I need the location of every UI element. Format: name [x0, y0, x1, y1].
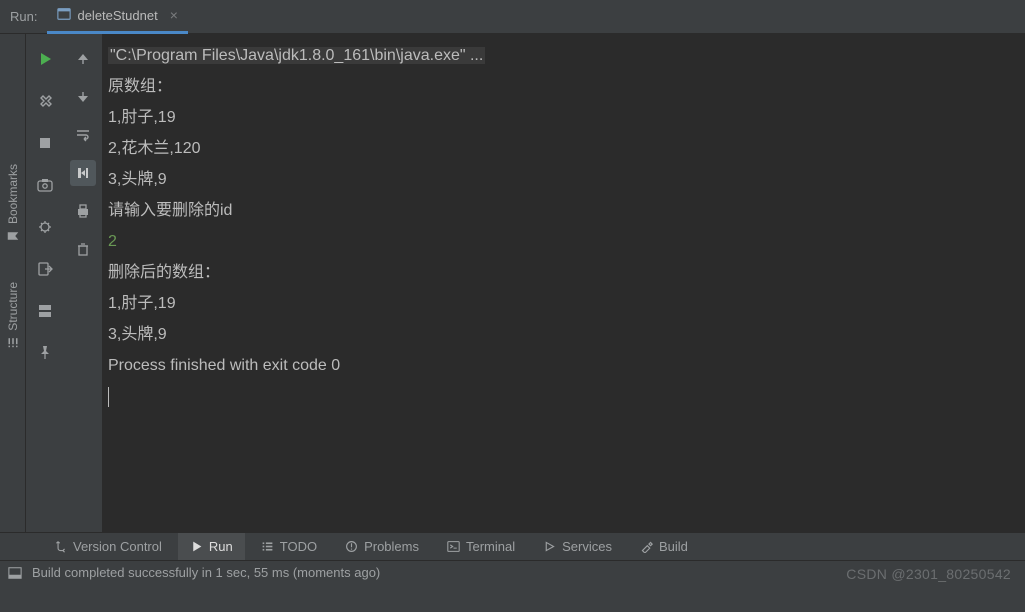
build-label: Build: [659, 539, 688, 554]
services-label: Services: [562, 539, 612, 554]
bookmarks-label: Bookmarks: [6, 164, 20, 224]
run-config-tab[interactable]: deleteStudnet ×: [47, 0, 187, 34]
output-line: 3,头牌,9: [108, 319, 1019, 350]
terminal-label: Terminal: [466, 539, 515, 554]
configure-button[interactable]: [32, 88, 58, 114]
pin-button[interactable]: [32, 340, 58, 366]
exit-button[interactable]: [32, 256, 58, 282]
output-line: 原数组：: [108, 71, 1019, 102]
run-label: Run: [209, 539, 233, 554]
output-line: 1,肘子,19: [108, 102, 1019, 133]
problems-tab[interactable]: Problems: [333, 533, 431, 561]
scroll-up-button[interactable]: [70, 46, 96, 72]
version-control-tab[interactable]: Version Control: [42, 533, 174, 561]
structure-tool[interactable]: Structure: [6, 282, 20, 349]
terminal-tab[interactable]: Terminal: [435, 533, 527, 561]
output-line: 删除后的数组：: [108, 257, 1019, 288]
clear-all-button[interactable]: [70, 236, 96, 262]
output-line: Process finished with exit code 0: [108, 350, 1019, 381]
status-message: Build completed successfully in 1 sec, 5…: [32, 565, 380, 580]
application-icon: [57, 7, 71, 24]
console-output[interactable]: "C:\Program Files\Java\jdk1.8.0_161\bin\…: [102, 34, 1025, 532]
scroll-to-end-button[interactable]: [70, 160, 96, 186]
bottom-tool-tabs: Version Control Run TODO Problems Termin…: [0, 532, 1025, 560]
build-tab[interactable]: Build: [628, 533, 700, 561]
todo-tab[interactable]: TODO: [249, 533, 329, 561]
rerun-button[interactable]: [32, 46, 58, 72]
capture-button[interactable]: [32, 172, 58, 198]
user-input-line: 2: [108, 226, 1019, 257]
problems-label: Problems: [364, 539, 419, 554]
structure-label: Structure: [6, 282, 20, 331]
text-caret: [108, 387, 109, 407]
left-tool-rail: Bookmarks Structure: [0, 34, 26, 532]
output-line: 2,花木兰,120: [108, 133, 1019, 164]
bookmarks-tool[interactable]: Bookmarks: [6, 164, 20, 242]
services-tab[interactable]: Services: [531, 533, 624, 561]
scroll-down-button[interactable]: [70, 84, 96, 110]
vcs-label: Version Control: [73, 539, 162, 554]
layout-button[interactable]: [32, 298, 58, 324]
run-tab[interactable]: Run: [178, 533, 245, 561]
run-panel-title: Run:: [10, 9, 37, 24]
close-tab-icon[interactable]: ×: [170, 7, 178, 23]
debugger-button[interactable]: [32, 214, 58, 240]
output-line: 3,头牌,9: [108, 164, 1019, 195]
todo-label: TODO: [280, 539, 317, 554]
console-toolbar: [64, 34, 102, 532]
run-side-toolbar: [26, 34, 64, 532]
print-button[interactable]: [70, 198, 96, 224]
soft-wrap-button[interactable]: [70, 122, 96, 148]
output-line: 请输入要删除的id: [108, 195, 1019, 226]
tool-windows-icon[interactable]: [8, 566, 22, 580]
stop-button[interactable]: [32, 130, 58, 156]
csdn-watermark: CSDN @2301_80250542: [846, 566, 1011, 582]
output-line: 1,肘子,19: [108, 288, 1019, 319]
run-config-tab-label: deleteStudnet: [77, 8, 157, 23]
command-line: "C:\Program Files\Java\jdk1.8.0_161\bin\…: [108, 47, 485, 64]
